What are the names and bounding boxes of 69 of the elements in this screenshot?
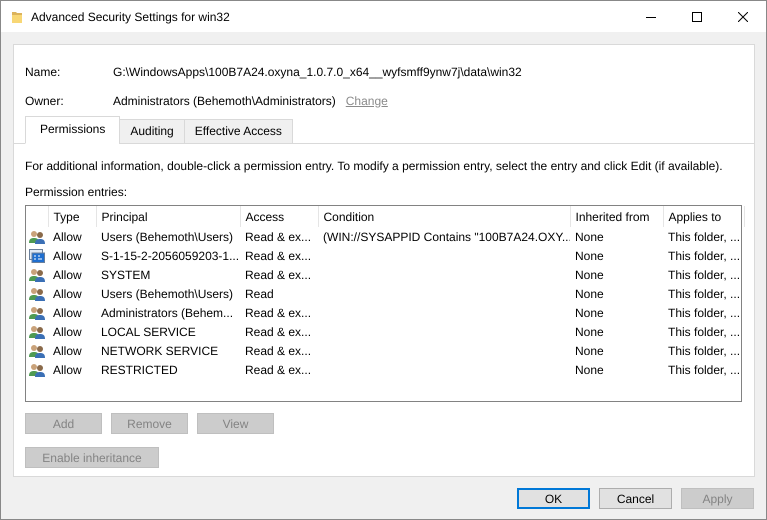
table-cell: None: [575, 230, 604, 244]
table-cell: Read & ex...: [245, 362, 312, 376]
info-text: For additional information, double-click a permission entry. To modify a permission entry, select the entry and click Edit (if available).: [25, 158, 724, 175]
users-icon: [29, 268, 45, 282]
table-cell: Read & ex...: [245, 306, 312, 320]
users-icon: [29, 306, 45, 320]
column-header[interactable]: Access: [240, 206, 318, 227]
table-cell: This folder, ...: [668, 286, 740, 300]
table-cell: This folder, ...: [668, 306, 740, 320]
table-cell: This folder, ...: [668, 362, 740, 376]
table-cell: Read: [245, 286, 274, 300]
tab[interactable]: Auditing: [119, 119, 185, 144]
table-cell: This folder, ...: [668, 268, 740, 282]
name-label: Name:: [25, 64, 62, 80]
table-cell: None: [575, 362, 604, 376]
table-cell: Read & ex...: [245, 344, 312, 358]
table-cell: None: [575, 248, 604, 262]
table-cell: This folder, ...: [668, 248, 740, 262]
table-cell: S-1-15-2-2056059203-1...: [101, 248, 240, 262]
name-value: G:\WindowsApps\100B7A24.oxyna_1.0.7.0_x64__wyfsmff9ynw7j\data\win32: [113, 64, 522, 80]
column-header[interactable]: Type: [48, 206, 96, 227]
table-cell: Read & ex...: [245, 268, 312, 282]
button[interactable]: OK: [517, 488, 590, 509]
table-cell: Allow: [53, 230, 82, 244]
users-icon: [29, 287, 45, 302]
users-icon: [29, 363, 45, 378]
owner-label: Owner:: [25, 92, 65, 110]
table-cell: Allow: [53, 286, 82, 300]
tab[interactable]: Permissions: [25, 116, 120, 144]
column-header[interactable]: Applies to: [663, 206, 744, 227]
table-cell: None: [575, 344, 604, 358]
column-header[interactable]: Inherited from: [570, 206, 663, 227]
app-icon: [29, 249, 45, 264]
users-icon: [29, 325, 45, 340]
table-cell: RESTRICTED: [101, 362, 178, 376]
table-cell: None: [575, 286, 604, 300]
table-cell: None: [575, 268, 604, 282]
table-cell: Allow: [53, 306, 82, 320]
table-cell: Allow: [53, 362, 82, 376]
table-cell: Read & ex...: [245, 230, 312, 244]
table-cell: LOCAL SERVICE: [101, 324, 196, 338]
table-cell: This folder, ...: [668, 344, 740, 358]
table-cell: None: [575, 324, 604, 338]
table-cell: Allow: [53, 248, 82, 262]
close-icon: [738, 12, 748, 22]
button[interactable]: Cancel: [599, 488, 672, 509]
column-header[interactable]: Principal: [96, 206, 240, 227]
maximize-icon: [692, 12, 702, 22]
window-title: Advanced Security Settings for win32: [31, 8, 231, 26]
table-cell: This folder, ...: [668, 230, 740, 244]
users-icon: [29, 230, 45, 244]
column-header[interactable]: Condition: [318, 206, 570, 227]
tab[interactable]: Effective Access: [184, 119, 293, 144]
users-icon: [29, 344, 45, 358]
table-cell: SYSTEM: [101, 268, 150, 282]
table-cell: Read & ex...: [245, 248, 312, 262]
table-cell: Users (Behemoth\Users): [101, 286, 234, 300]
table-cell: None: [575, 306, 604, 320]
table-cell: Allow: [53, 344, 82, 358]
table-cell: This folder, ...: [668, 324, 740, 338]
folder-icon: [11, 10, 23, 24]
table-cell: NETWORK SERVICE: [101, 344, 218, 358]
table-cell: Read & ex...: [245, 324, 312, 338]
owner-value: Administrators (Behemoth\Administrators): [113, 92, 336, 110]
table-cell: Administrators (Behem...: [101, 306, 234, 320]
table-cell: Users (Behemoth\Users): [101, 230, 234, 244]
table-cell: Allow: [53, 324, 82, 338]
permission-entries-label: Permission entries:: [25, 184, 128, 201]
table-cell: Allow: [53, 268, 82, 282]
